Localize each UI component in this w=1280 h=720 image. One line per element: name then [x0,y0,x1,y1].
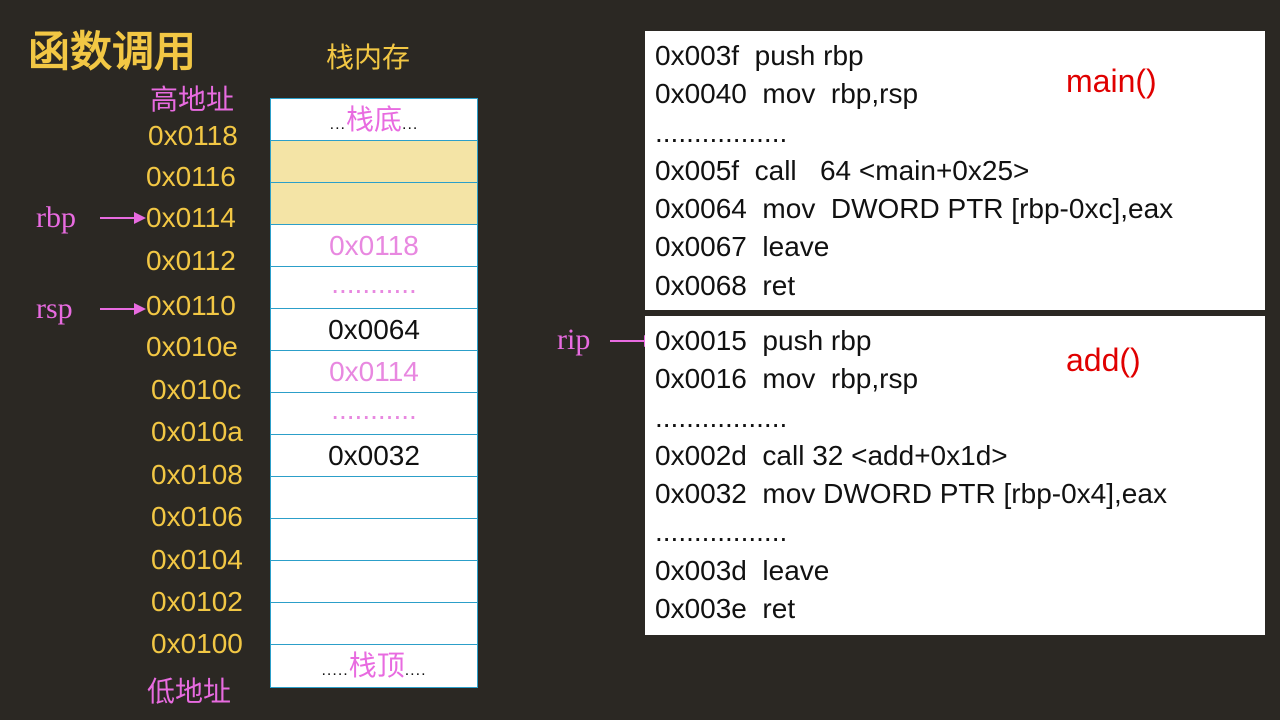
code-line: 0x0040 mov rbp,rsp [655,78,919,110]
stack-bottom-cell: ...栈底... [271,99,477,141]
stack-top-cell: .....栈顶.... [271,645,477,687]
stack-cell: 0x0114 [271,351,477,393]
low-address-label: 低地址 [147,675,232,708]
rbp-pointer: rbp [36,201,76,235]
stack-cell [271,603,477,645]
stack-dots: .... [404,662,427,679]
stack-dots: ... [329,116,346,133]
stack-dots: ... [402,116,419,133]
code-line: 0x0067 leave [655,231,830,263]
stack-dots: ..... [321,662,349,679]
code-line: 0x0068 ret [655,269,796,301]
address-label: 0x0106 [151,501,243,532]
stack-top-label: 栈顶 [348,649,405,682]
code-line: ................. [655,401,788,433]
stack-cell [271,561,477,603]
address-label: 0x0118 [148,120,238,151]
code-line: 0x003e ret [655,593,796,625]
address-label: 0x0102 [151,586,243,617]
address-label: 0x0108 [151,459,243,490]
stack-cell: ........... [271,267,477,309]
address-label: 0x010a [151,416,243,447]
code-line: 0x0016 mov rbp,rsp [655,363,919,395]
high-address-label: 高地址 [150,83,235,116]
code-line: 0x003f push rbp [655,40,864,71]
rip-label: rip [557,323,591,356]
address-label: 0x0112 [146,245,236,276]
address-label: 0x010e [146,331,238,362]
add-function-label: add() [1066,342,1141,378]
rbp-label: rbp [36,201,76,234]
stack-cell-highlight [271,183,477,225]
stack-cell: 0x0118 [271,225,477,267]
code-line: 0x0015 push rbp [655,325,872,356]
stack-cell [271,519,477,561]
stack-cell: 0x0032 [271,435,477,477]
stack-cell: 0x0064 [271,309,477,351]
address-label: 0x0100 [151,628,243,659]
code-line: ................. [655,116,788,148]
rip-pointer: rip [557,323,590,357]
main-function-label: main() [1066,63,1157,99]
page-title: 函数调用 [28,27,197,76]
stack-cell: ........... [271,393,477,435]
rsp-pointer: rsp [36,292,73,326]
stack-memory: ...栈底... 0x0118 ........... 0x0064 0x011… [270,98,478,688]
rsp-arrow-icon [100,303,146,315]
code-line: 0x005f call 64 <main+0x25> [655,154,1030,186]
stack-cell-highlight [271,141,477,183]
address-label: 0x0116 [146,161,236,192]
stack-bottom-label: 栈底 [345,103,402,136]
address-label: 0x0104 [151,544,243,575]
code-line: 0x0064 mov DWORD PTR [rbp-0xc],eax [655,193,1174,225]
add-code-block: 0x0015 push rbp 0x0016 mov rbp,rsp .....… [645,316,1265,635]
code-line: 0x003d leave [655,554,830,586]
stack-memory-title: 栈内存 [326,41,411,74]
code-line: 0x0032 mov DWORD PTR [rbp-0x4],eax [655,478,1167,510]
code-line: ................. [655,516,788,548]
rsp-label: rsp [36,292,73,325]
address-label: 0x0110 [146,290,236,321]
rbp-arrow-icon [100,212,146,224]
stack-cell [271,477,477,519]
code-line: 0x002d call 32 <add+0x1d> [655,439,1008,471]
address-label: 0x0114 [146,202,236,233]
address-label: 0x010c [151,374,242,405]
main-code-block: 0x003f push rbp 0x0040 mov rbp,rsp .....… [645,31,1265,310]
